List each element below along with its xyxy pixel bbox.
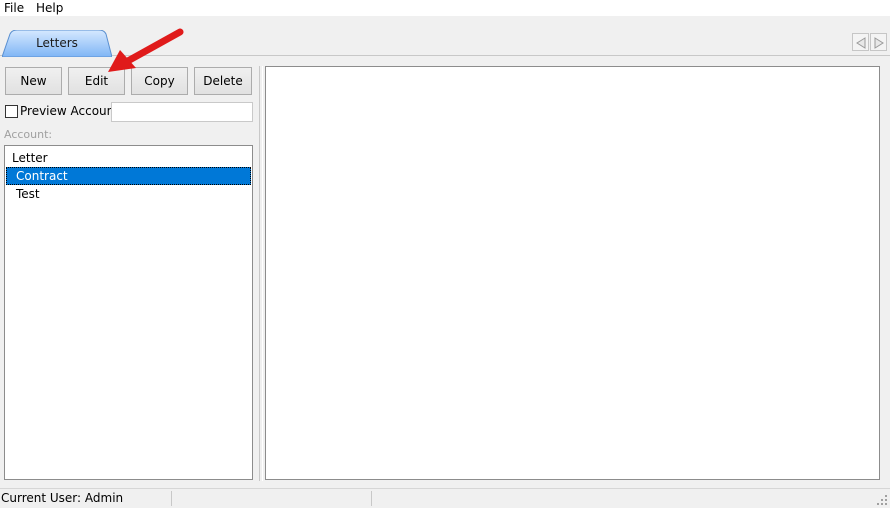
left-panel: New Edit Copy Delete Preview Account Acc… (0, 60, 258, 485)
list-item-letter[interactable]: Letter (6, 149, 251, 167)
panel-splitter[interactable] (259, 66, 263, 481)
menu-help[interactable]: Help (36, 1, 63, 15)
triangle-right-icon (874, 37, 884, 49)
triangle-left-icon (856, 37, 866, 49)
account-label: Account: (4, 128, 53, 141)
preview-account-checkbox[interactable] (5, 105, 18, 118)
preview-account-row: Preview Account (5, 103, 119, 119)
status-separator (171, 491, 172, 506)
tab-scroll-left-button[interactable] (852, 33, 869, 51)
letters-list[interactable]: Letter Contract Test (4, 145, 253, 480)
preview-pane (265, 66, 880, 480)
menu-bar: File Help (0, 0, 890, 16)
tab-strip: Letters (0, 16, 890, 57)
status-bar: Current User: Admin (0, 488, 890, 508)
status-current-user: Current User: Admin (1, 491, 124, 505)
list-item-test[interactable]: Test (6, 185, 251, 203)
status-separator (371, 491, 372, 506)
menu-file[interactable]: File (4, 1, 24, 15)
resize-grip-icon[interactable] (876, 494, 888, 506)
tab-label: Letters (36, 36, 78, 50)
copy-button[interactable]: Copy (131, 67, 188, 95)
new-button[interactable]: New (5, 67, 62, 95)
tab-nav-arrows (852, 33, 888, 51)
tab-scroll-right-button[interactable] (870, 33, 887, 51)
edit-button[interactable]: Edit (68, 67, 125, 95)
preview-account-label[interactable]: Preview Account (20, 104, 119, 118)
preview-account-input[interactable] (111, 102, 253, 122)
tab-letters[interactable]: Letters (2, 30, 112, 57)
list-item-contract[interactable]: Contract (6, 167, 251, 185)
delete-button[interactable]: Delete (194, 67, 252, 95)
